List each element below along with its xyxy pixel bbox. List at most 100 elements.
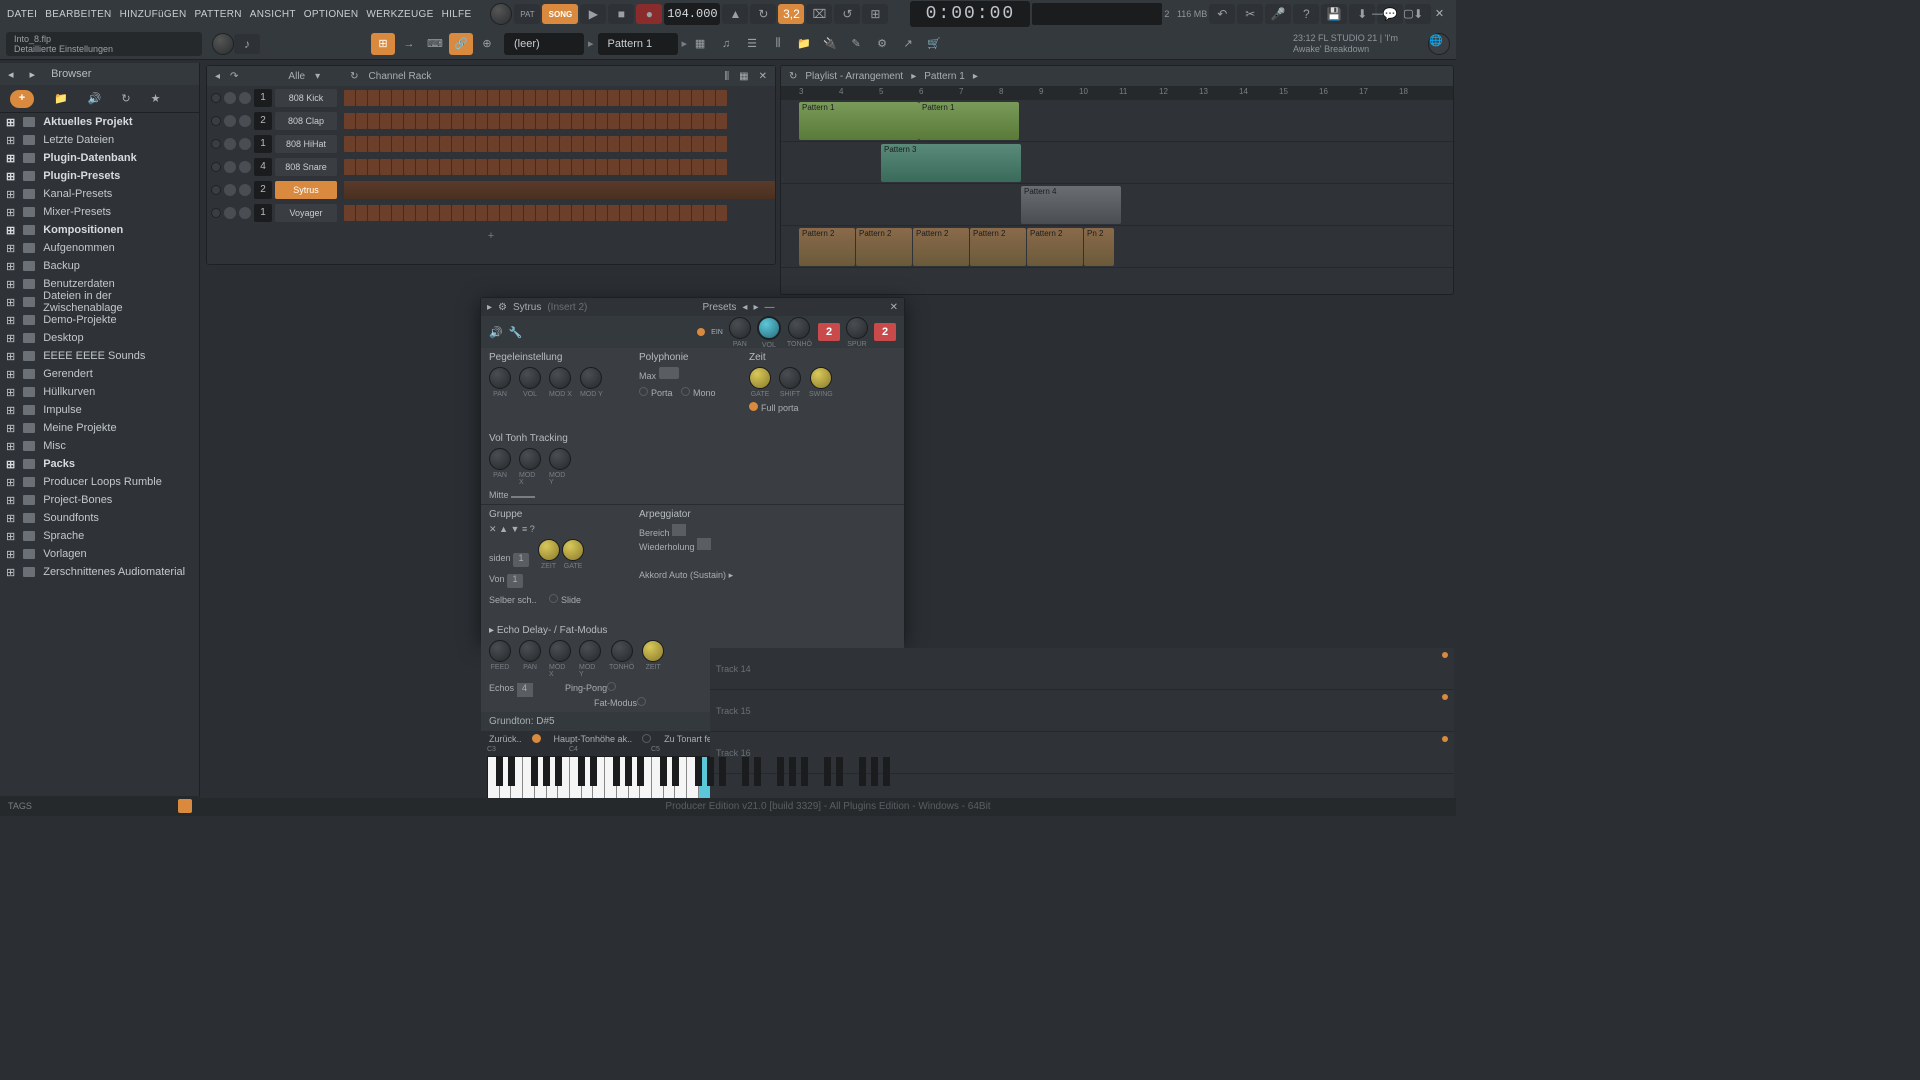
channel-pan[interactable] (224, 184, 236, 196)
step[interactable] (392, 205, 403, 221)
step[interactable] (560, 113, 571, 129)
step[interactable] (632, 205, 643, 221)
browser-item[interactable]: ⊞Zerschnittenes Audiomaterial (0, 563, 199, 581)
channel-led[interactable] (211, 185, 221, 195)
step[interactable] (524, 113, 535, 129)
step[interactable] (692, 136, 703, 152)
badge-2[interactable]: 2 (874, 323, 896, 341)
step[interactable] (368, 113, 379, 129)
step[interactable] (656, 113, 667, 129)
channel-name[interactable]: 808 Clap (275, 112, 337, 130)
countdown-btn[interactable]: 3,2 (778, 4, 804, 24)
step[interactable] (344, 113, 355, 129)
playlist-timeline[interactable]: 3456789101112131415161718 (781, 86, 1453, 100)
browser-item[interactable]: ⊞Hüllkurven (0, 383, 199, 401)
step[interactable] (344, 159, 355, 175)
step[interactable] (644, 90, 655, 106)
step-edit-btn[interactable]: ⊞ (862, 4, 888, 24)
shop-icon[interactable]: 🛒 (922, 33, 946, 55)
step[interactable] (620, 205, 631, 221)
step[interactable] (464, 136, 475, 152)
step[interactable] (404, 136, 415, 152)
playlist-clip[interactable]: Pn 2 (1084, 228, 1114, 266)
channel-led[interactable] (211, 93, 221, 103)
step[interactable] (404, 159, 415, 175)
overdub-btn[interactable]: ⌧ (806, 4, 832, 24)
pitch-knob[interactable] (212, 33, 234, 55)
tool3-icon[interactable]: ↗ (896, 33, 920, 55)
step[interactable] (500, 205, 511, 221)
main-volume-knob[interactable] (490, 3, 512, 25)
browser-item[interactable]: ⊞Packs (0, 455, 199, 473)
step[interactable] (680, 159, 691, 175)
pingpong-radio[interactable] (607, 682, 616, 691)
time-display[interactable]: 0:00:00 (910, 1, 1030, 27)
step[interactable] (512, 90, 523, 106)
step[interactable] (584, 159, 595, 175)
step[interactable] (512, 136, 523, 152)
cr-fwd-icon[interactable]: ↷ (230, 71, 238, 82)
browser-folder-icon[interactable]: 📁 (54, 92, 68, 105)
playlist-track[interactable]: Pattern 3 (781, 142, 1453, 184)
channel-num[interactable]: 1 (254, 89, 272, 107)
browser-item[interactable]: ⊞Vorlagen (0, 545, 199, 563)
step[interactable] (644, 113, 655, 129)
browser-item[interactable]: ⊞Sprache (0, 527, 199, 545)
knob-vol[interactable] (519, 367, 541, 389)
step[interactable] (368, 136, 379, 152)
save-icon[interactable]: 💾 (1321, 4, 1347, 24)
playlist-track[interactable]: Track 15 (710, 690, 1454, 732)
browser-item[interactable]: ⊞Gerendert (0, 365, 199, 383)
step[interactable] (668, 90, 679, 106)
playlist-clip[interactable]: Pattern 2 (856, 228, 912, 266)
pat-mode-btn[interactable]: PAT (514, 4, 540, 24)
knob-echo-tonho[interactable] (611, 640, 633, 662)
playlist-clip[interactable]: Pattern 1 (799, 102, 919, 140)
step[interactable] (500, 159, 511, 175)
tempo-display[interactable]: 104.000 (664, 3, 720, 25)
black-key[interactable] (555, 757, 562, 786)
channelrack-icon[interactable]: ☰ (740, 33, 764, 55)
max-field[interactable] (659, 367, 679, 379)
channel-vol[interactable] (239, 207, 251, 219)
led-ein[interactable] (697, 328, 705, 336)
slide-radio[interactable] (549, 594, 558, 603)
step[interactable] (344, 205, 355, 221)
browser-add-btn[interactable]: + (10, 90, 34, 108)
channel-num[interactable]: 1 (254, 204, 272, 222)
step[interactable] (536, 205, 547, 221)
knob-tonho[interactable] (788, 317, 810, 339)
step[interactable] (452, 205, 463, 221)
black-key[interactable] (590, 757, 597, 786)
typing-kbd-icon[interactable]: ⌨ (423, 33, 447, 55)
menu-edit[interactable]: BEARBEITEN (42, 9, 114, 20)
step[interactable] (428, 90, 439, 106)
knob-vol-top[interactable] (757, 316, 781, 340)
step[interactable] (500, 113, 511, 129)
black-key[interactable] (859, 757, 866, 786)
browser-item[interactable]: ⊞Meine Projekte (0, 419, 199, 437)
step[interactable] (584, 205, 595, 221)
step[interactable] (608, 136, 619, 152)
step[interactable] (356, 159, 367, 175)
browser-icon[interactable]: 📁 (792, 33, 816, 55)
step[interactable] (632, 113, 643, 129)
step[interactable] (392, 90, 403, 106)
browser-item[interactable]: ⊞Aufgenommen (0, 239, 199, 257)
step[interactable] (500, 136, 511, 152)
step[interactable] (452, 113, 463, 129)
menu-add[interactable]: HINZUFüGEN (117, 9, 190, 20)
mixer-icon[interactable]: ⫼ (766, 33, 790, 55)
playlist-track[interactable]: Pattern 1Pattern 1 (781, 100, 1453, 142)
browser-item[interactable]: ⊞Project-Bones (0, 491, 199, 509)
badge-1[interactable]: 2 (818, 323, 840, 341)
mini-pianoroll[interactable] (344, 181, 775, 199)
playlist-clip[interactable]: Pattern 3 (881, 144, 1021, 182)
step[interactable] (440, 205, 451, 221)
tool2-icon[interactable]: ⚙ (870, 33, 894, 55)
channel-pan[interactable] (224, 92, 236, 104)
maximize-btn[interactable]: ▢ (1402, 8, 1415, 21)
link-icon[interactable]: 🔗 (449, 33, 473, 55)
step[interactable] (476, 205, 487, 221)
scissors-icon[interactable]: ✂ (1237, 4, 1263, 24)
